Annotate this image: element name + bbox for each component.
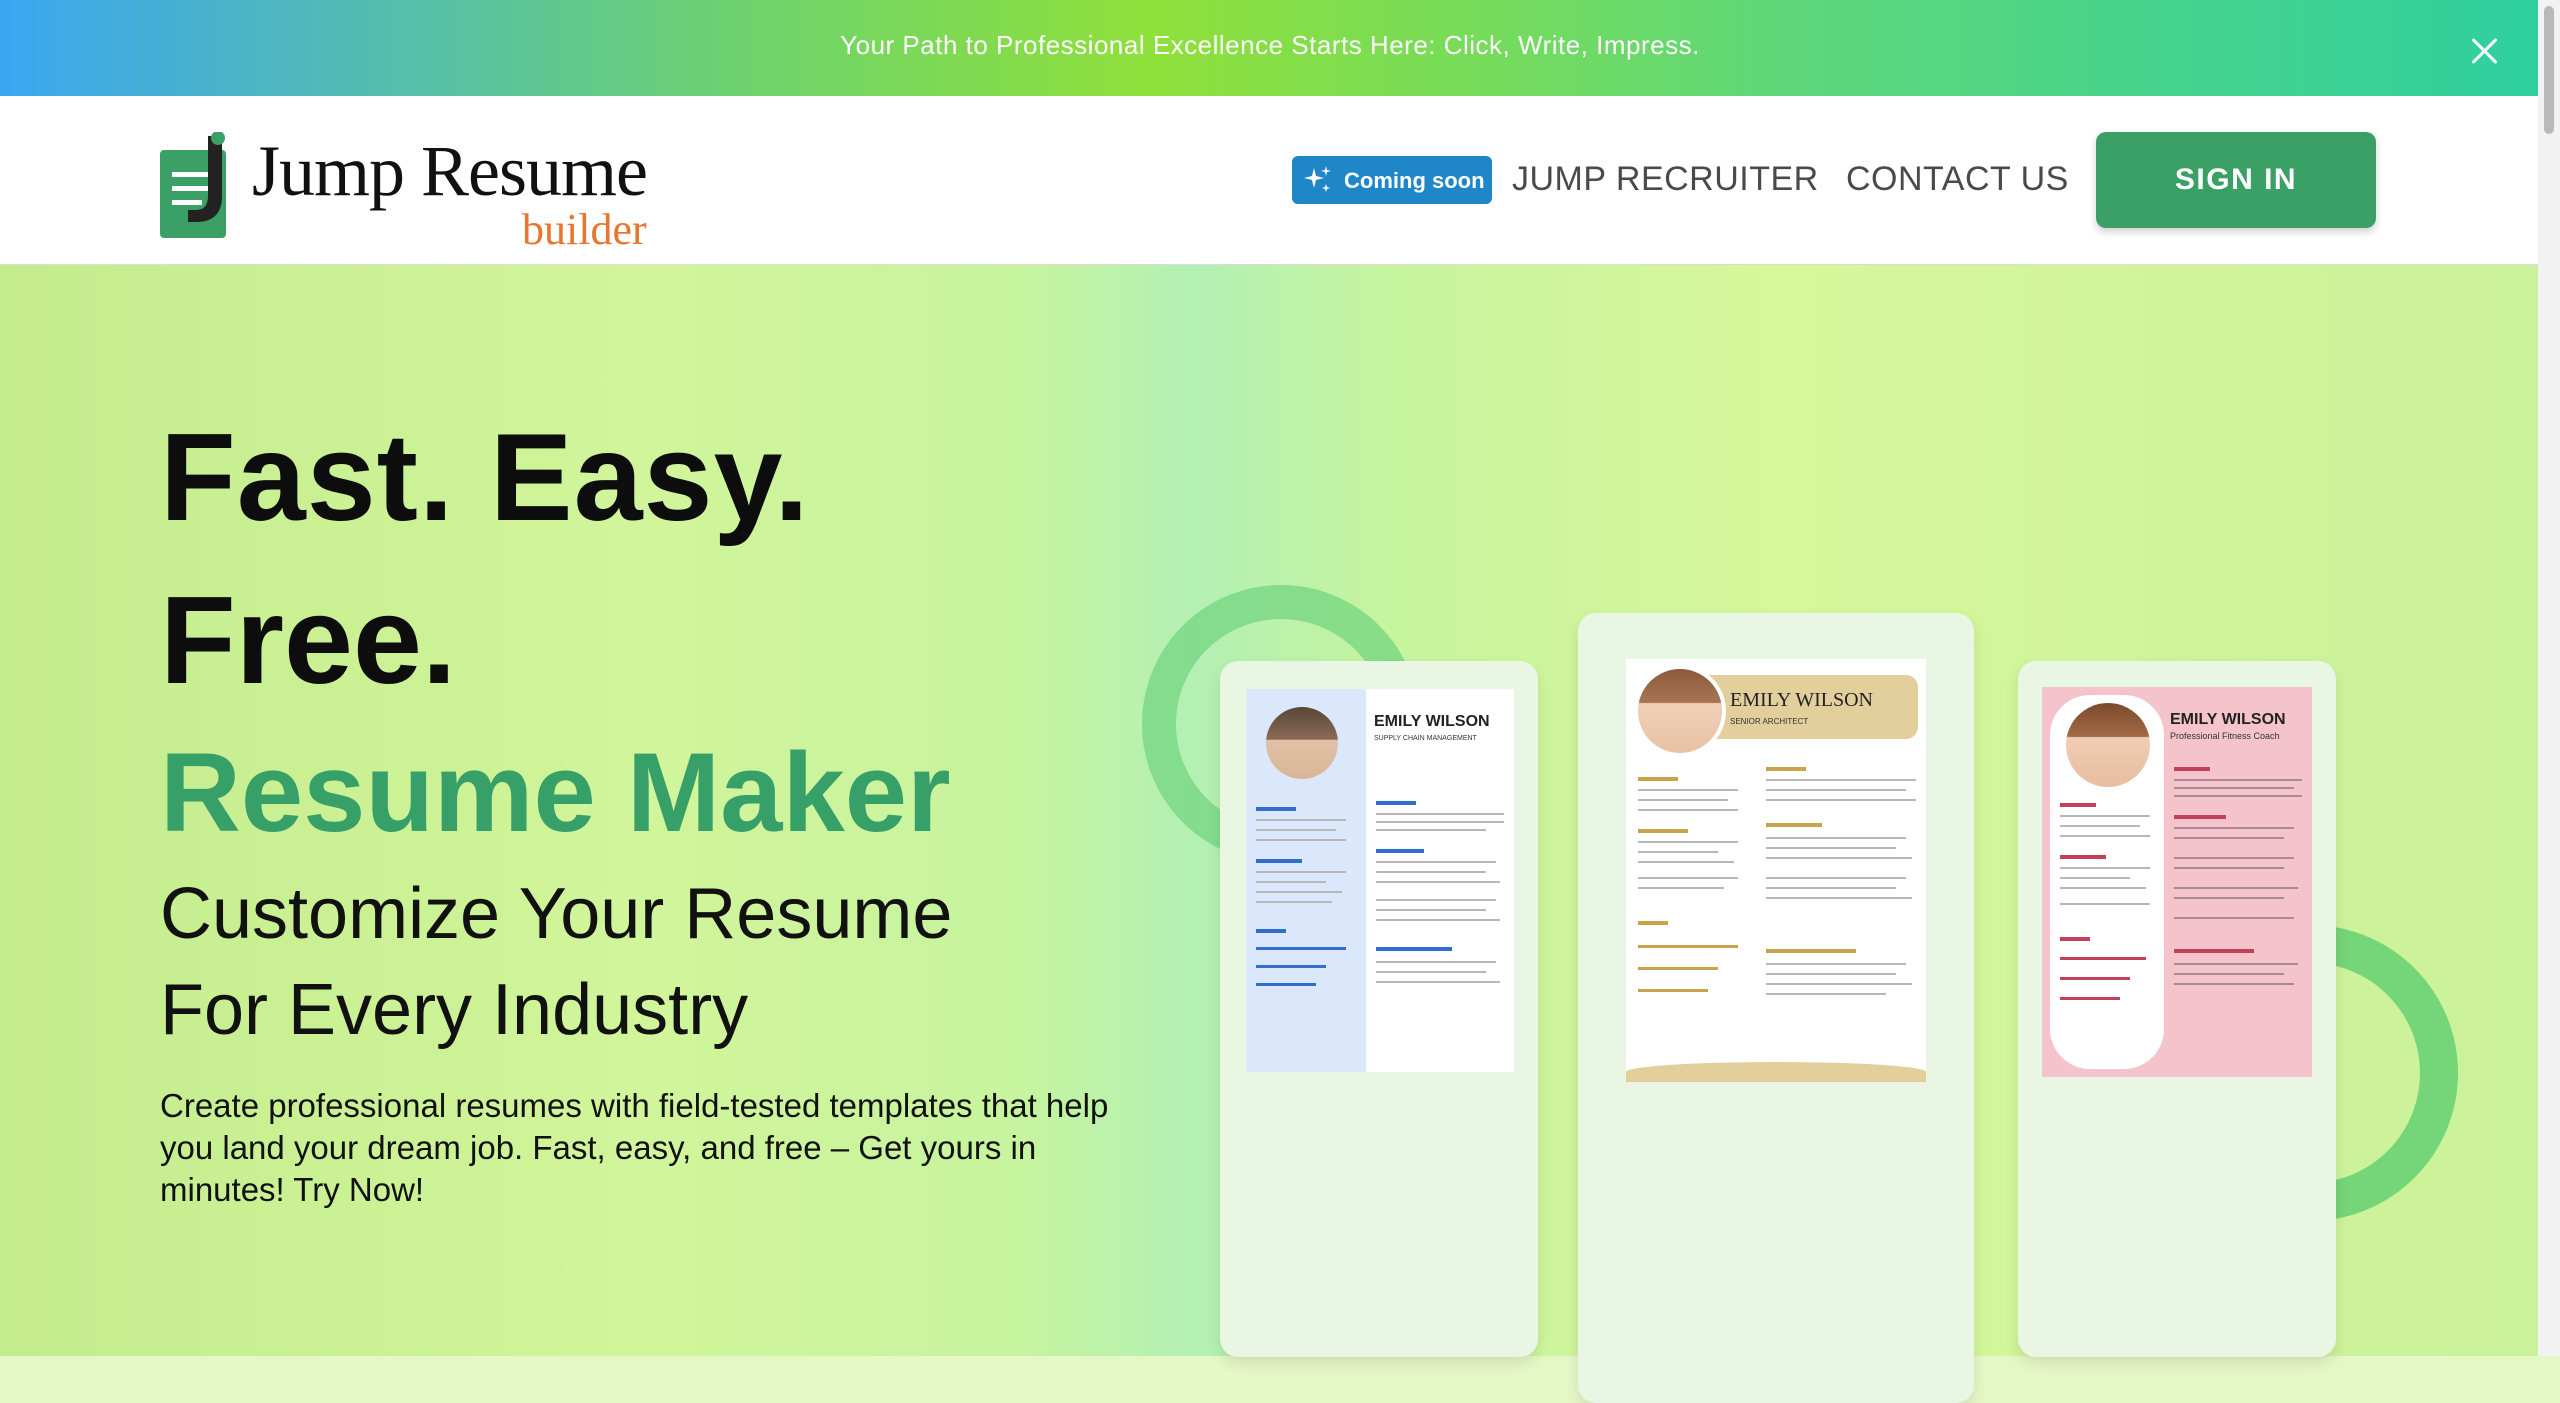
nav-contact-us[interactable]: CONTACT US: [1846, 160, 2069, 199]
hero-headline-3: Resume Maker: [160, 730, 951, 855]
brand-logo[interactable]: Jump Resume builder: [160, 116, 680, 254]
close-icon[interactable]: [2470, 36, 2500, 66]
resume-card-middle[interactable]: EMILY WILSON SENIOR ARCHITECT: [1578, 613, 1974, 1403]
resume-card-left[interactable]: EMILY WILSON SUPPLY CHAIN MANAGEMENT: [1220, 661, 1538, 1357]
resume-title: SUPPLY CHAIN MANAGEMENT: [1374, 735, 1477, 742]
resume-photo: [2066, 703, 2150, 787]
logo-icon: [160, 132, 226, 238]
hero-subheading-2: For Every Industry: [160, 970, 749, 1050]
hero-description: Create professional resumes with field-t…: [160, 1087, 1109, 1208]
brand-tagline: builder: [522, 205, 647, 254]
page-scrollbar[interactable]: [2538, 0, 2560, 1356]
resume-preview-middle: EMILY WILSON SENIOR ARCHITECT: [1626, 659, 1926, 1082]
resume-photo: [1634, 665, 1726, 757]
resume-photo: [1266, 707, 1338, 779]
scrollbar-thumb[interactable]: [2544, 6, 2554, 134]
resume-name: EMILY WILSON: [1730, 689, 1873, 711]
resume-title: SENIOR ARCHITECT: [1730, 717, 1809, 726]
brand-name: Jump Resume: [252, 131, 648, 211]
coming-soon-badge: Coming soon: [1292, 156, 1492, 204]
coming-soon-label: Coming soon: [1344, 168, 1485, 193]
resume-preview-right: EMILY WILSON Professional Fitness Coach: [2042, 687, 2312, 1077]
sparkle-icon: [1304, 166, 1331, 192]
site-header: Jump Resume builder Coming soon JUMP REC…: [0, 96, 2538, 265]
resume-preview-left: EMILY WILSON SUPPLY CHAIN MANAGEMENT: [1246, 689, 1514, 1072]
announcement-bar: Your Path to Professional Excellence Sta…: [0, 0, 2560, 96]
resume-name: EMILY WILSON: [2170, 711, 2286, 728]
resume-title: Professional Fitness Coach: [2170, 731, 2280, 741]
announcement-text: Your Path to Professional Excellence Sta…: [840, 30, 1700, 60]
sign-in-button[interactable]: SIGN IN: [2096, 132, 2376, 228]
hero-headline-2: Free.: [160, 572, 457, 710]
hero-headline-1: Fast. Easy.: [160, 409, 810, 547]
resume-name: EMILY WILSON: [1374, 713, 1490, 730]
hero-section: Fast. Easy. Free. Resume Maker Customize…: [0, 265, 2538, 1403]
resume-card-right[interactable]: EMILY WILSON Professional Fitness Coach: [2018, 661, 2336, 1357]
hero-subheading-1: Customize Your Resume: [160, 874, 953, 954]
nav-jump-recruiter[interactable]: JUMP RECRUITER: [1512, 160, 1819, 199]
